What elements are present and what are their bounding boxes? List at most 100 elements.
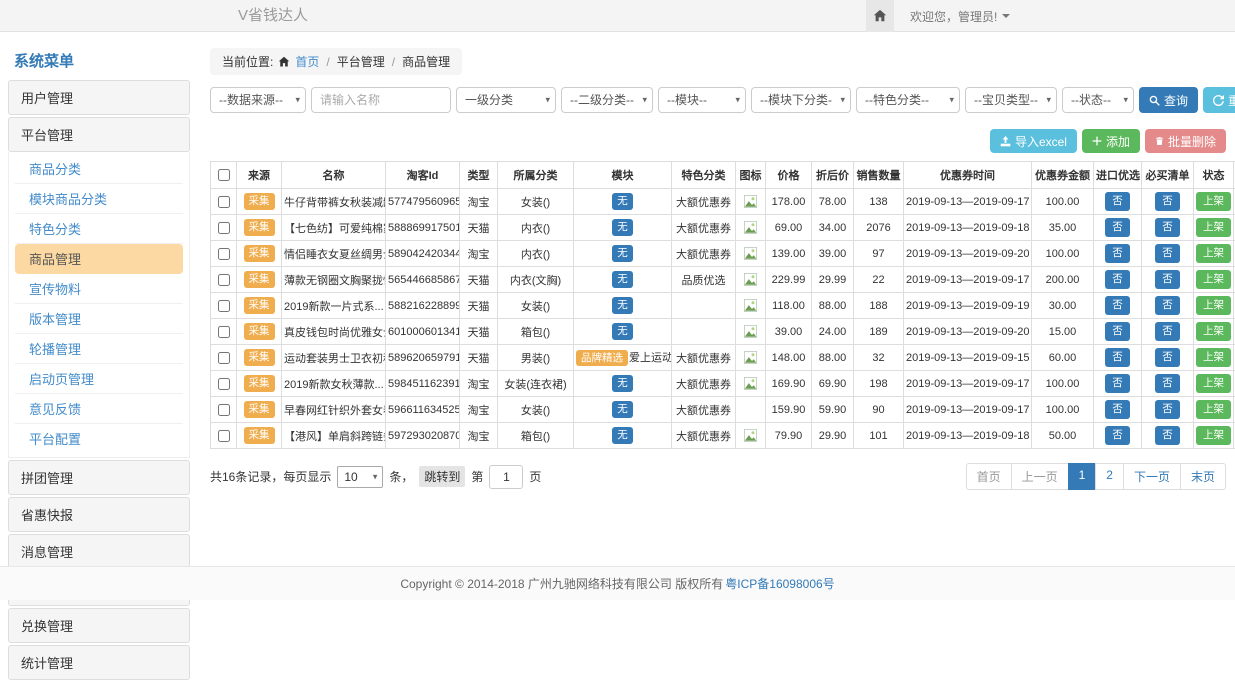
filter-select[interactable]: --二级分类-- bbox=[561, 87, 653, 113]
row-checkbox[interactable] bbox=[218, 326, 230, 338]
must-buy-toggle[interactable]: 否 bbox=[1155, 218, 1180, 237]
status-toggle[interactable]: 上架 bbox=[1196, 296, 1231, 315]
taoke-id: 589620659791 bbox=[386, 345, 460, 371]
imported-toggle[interactable]: 否 bbox=[1105, 400, 1130, 419]
home-button[interactable] bbox=[866, 0, 894, 32]
sidebar-item[interactable]: 意见反馈 bbox=[15, 394, 183, 424]
sidebar-group-header[interactable]: 拼团管理 bbox=[8, 460, 190, 495]
imported-toggle[interactable]: 否 bbox=[1105, 296, 1130, 315]
imported-toggle[interactable]: 否 bbox=[1105, 218, 1130, 237]
row-checkbox[interactable] bbox=[218, 430, 230, 442]
name-search-input[interactable] bbox=[311, 87, 451, 113]
page-button[interactable]: 1 bbox=[1068, 463, 1097, 490]
sidebar-group-header[interactable]: 平台管理 bbox=[8, 117, 190, 152]
filter-select[interactable]: --数据来源-- bbox=[210, 87, 306, 113]
status-toggle[interactable]: 上架 bbox=[1196, 322, 1231, 341]
status-toggle[interactable]: 上架 bbox=[1196, 374, 1231, 393]
column-header: 模块 bbox=[574, 162, 672, 189]
row-checkbox[interactable] bbox=[218, 222, 230, 234]
reset-button[interactable]: 重置 bbox=[1203, 87, 1235, 113]
search-button[interactable]: 查询 bbox=[1139, 87, 1198, 113]
table-header-row: 来源名称淘客Id类型所属分类模块特色分类图标价格折后价销售数量优惠券时间优惠券金… bbox=[211, 162, 1235, 189]
jump-to-button[interactable]: 跳转到 bbox=[419, 466, 465, 487]
source-badge: 采集 bbox=[244, 427, 275, 444]
status-toggle[interactable]: 上架 bbox=[1196, 244, 1231, 263]
batch-delete-button[interactable]: 批量删除 bbox=[1145, 129, 1226, 153]
row-checkbox[interactable] bbox=[218, 300, 230, 312]
row-checkbox[interactable] bbox=[218, 196, 230, 208]
status-toggle[interactable]: 上架 bbox=[1196, 270, 1231, 289]
row-checkbox[interactable] bbox=[218, 378, 230, 390]
imported-toggle[interactable]: 否 bbox=[1105, 244, 1130, 263]
sidebar-item[interactable]: 启动页管理 bbox=[15, 364, 183, 394]
module-cell: 无 bbox=[574, 293, 672, 319]
sidebar-group-header[interactable]: 消息管理 bbox=[8, 534, 190, 569]
product-type: 天猫 bbox=[460, 267, 498, 293]
breadcrumb-home-link[interactable]: 首页 bbox=[295, 53, 319, 70]
status-toggle[interactable]: 上架 bbox=[1196, 400, 1231, 419]
filter-select[interactable]: --状态-- bbox=[1062, 87, 1134, 113]
must-buy-toggle[interactable]: 否 bbox=[1155, 296, 1180, 315]
must-buy-toggle[interactable]: 否 bbox=[1155, 400, 1180, 419]
page-button[interactable]: 末页 bbox=[1180, 463, 1226, 490]
sidebar-group-header[interactable]: 省惠快报 bbox=[8, 497, 190, 532]
status-toggle[interactable]: 上架 bbox=[1196, 348, 1231, 367]
imported-toggle[interactable]: 否 bbox=[1105, 322, 1130, 341]
imported-toggle[interactable]: 否 bbox=[1105, 270, 1130, 289]
filter-select[interactable]: --宝贝类型-- bbox=[965, 87, 1057, 113]
sidebar-item[interactable]: 轮播管理 bbox=[15, 334, 183, 364]
page-button[interactable]: 首页 bbox=[966, 463, 1012, 490]
status-toggle[interactable]: 上架 bbox=[1196, 426, 1231, 445]
imported-toggle[interactable]: 否 bbox=[1105, 192, 1130, 211]
must-buy-toggle[interactable]: 否 bbox=[1155, 322, 1180, 341]
source-badge: 采集 bbox=[244, 375, 275, 392]
module-cell: 无 bbox=[574, 423, 672, 449]
sidebar-item[interactable]: 特色分类 bbox=[15, 214, 183, 244]
icp-link[interactable]: 粤ICP备16098006号 bbox=[725, 575, 834, 592]
feature-category: 大额优惠券 bbox=[672, 371, 736, 397]
app-title: V省钱达人 bbox=[238, 0, 308, 32]
sidebar-item[interactable]: 版本管理 bbox=[15, 304, 183, 334]
filter-select[interactable]: --模块-- bbox=[658, 87, 746, 113]
must-buy-toggle[interactable]: 否 bbox=[1155, 374, 1180, 393]
sidebar-group-header[interactable]: 兑换管理 bbox=[8, 608, 190, 643]
user-menu[interactable]: 欢迎您，管理员! bbox=[910, 8, 1010, 25]
sidebar-title: 系统菜单 bbox=[8, 40, 190, 80]
must-buy-toggle[interactable]: 否 bbox=[1155, 426, 1180, 445]
must-buy-toggle[interactable]: 否 bbox=[1155, 270, 1180, 289]
must-buy-toggle[interactable]: 否 bbox=[1155, 192, 1180, 211]
row-checkbox[interactable] bbox=[218, 274, 230, 286]
row-checkbox[interactable] bbox=[218, 352, 230, 364]
sidebar-group-header[interactable]: 统计管理 bbox=[8, 645, 190, 680]
sidebar-item[interactable]: 宣传物料 bbox=[15, 274, 183, 304]
page-button[interactable]: 2 bbox=[1095, 463, 1124, 490]
status-toggle[interactable]: 上架 bbox=[1196, 192, 1231, 211]
filter-select[interactable]: 一级分类 bbox=[456, 87, 556, 113]
status-toggle[interactable]: 上架 bbox=[1196, 218, 1231, 237]
per-page-select[interactable]: 10 bbox=[337, 466, 383, 488]
select-all-checkbox[interactable] bbox=[218, 169, 230, 181]
sidebar-group-header[interactable]: 用户管理 bbox=[8, 80, 190, 115]
must-buy-toggle[interactable]: 否 bbox=[1155, 244, 1180, 263]
sidebar-item[interactable]: 模块商品分类 bbox=[15, 184, 183, 214]
page-button[interactable]: 下一页 bbox=[1123, 463, 1181, 490]
sidebar-item[interactable]: 商品管理 bbox=[15, 244, 183, 274]
filter-select[interactable]: --特色分类-- bbox=[856, 87, 960, 113]
row-checkbox[interactable] bbox=[218, 404, 230, 416]
module-cell: 品牌精选爱上运动 bbox=[574, 345, 672, 371]
coupon-amount: 15.00 bbox=[1032, 319, 1094, 345]
sales: 32 bbox=[854, 345, 904, 371]
imported-toggle[interactable]: 否 bbox=[1105, 426, 1130, 445]
import-excel-button[interactable]: 导入excel bbox=[990, 129, 1077, 153]
discount-price: 59.90 bbox=[812, 397, 854, 423]
row-checkbox[interactable] bbox=[218, 248, 230, 260]
imported-toggle[interactable]: 否 bbox=[1105, 348, 1130, 367]
page-number-input[interactable] bbox=[489, 465, 523, 489]
add-button[interactable]: 添加 bbox=[1082, 129, 1140, 153]
must-buy-toggle[interactable]: 否 bbox=[1155, 348, 1180, 367]
imported-toggle[interactable]: 否 bbox=[1105, 374, 1130, 393]
filter-select[interactable]: --模块下分类-- bbox=[751, 87, 851, 113]
sidebar-item[interactable]: 商品分类 bbox=[15, 154, 183, 184]
sidebar-item[interactable]: 平台配置 bbox=[15, 424, 183, 453]
page-button[interactable]: 上一页 bbox=[1011, 463, 1069, 490]
